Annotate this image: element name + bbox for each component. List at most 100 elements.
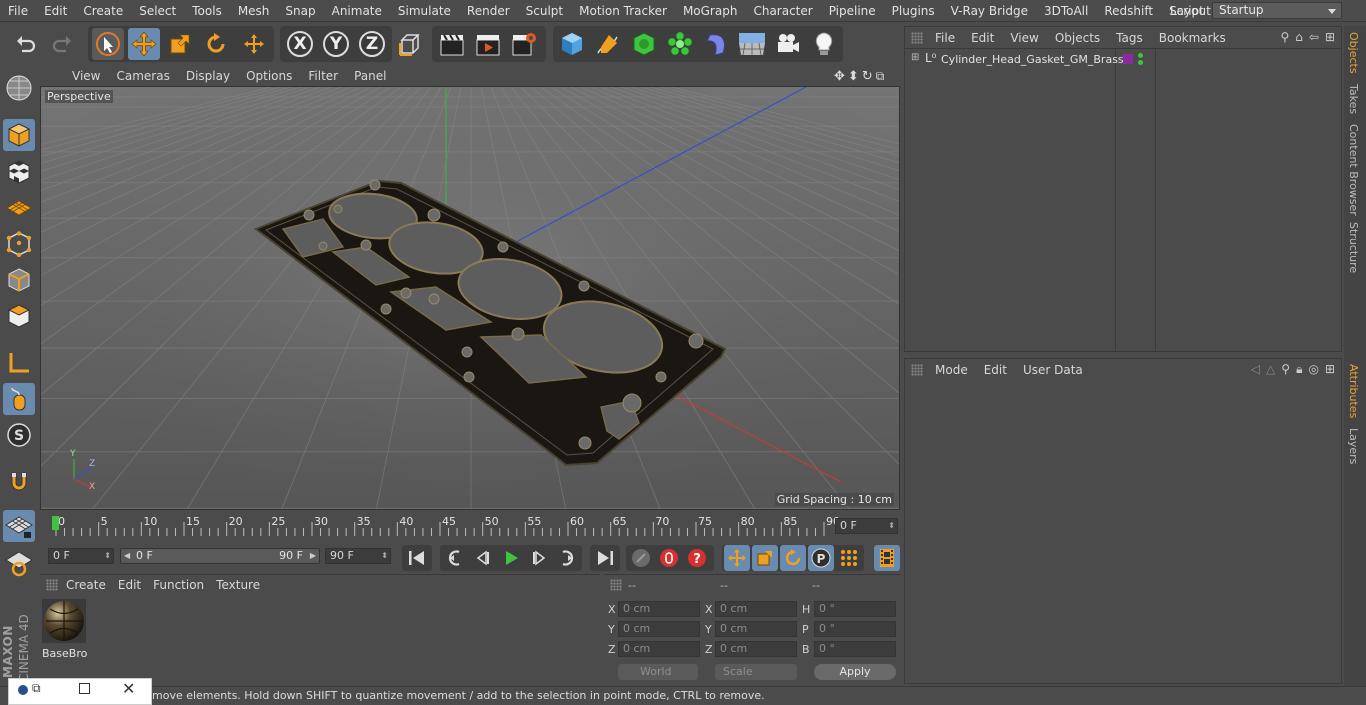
preview-range-slider[interactable]: ◀ 0 F 90 F ▶ xyxy=(120,548,320,564)
play-button[interactable] xyxy=(498,545,524,571)
size-y-field[interactable]: 0 cm xyxy=(715,621,797,637)
layer-color-tag[interactable] xyxy=(1123,54,1133,64)
rot-h-field[interactable]: 0 ° xyxy=(814,601,896,617)
start-frame-field[interactable]: 0 F xyxy=(48,548,114,564)
record-active-objects-button[interactable] xyxy=(656,545,682,571)
menu-motion-tracker[interactable]: Motion Tracker xyxy=(571,4,675,18)
object-row[interactable]: ⊞ L⁰ Cylinder_Head_Gasket_GM_Brass xyxy=(907,51,1341,69)
axis-mode-button[interactable] xyxy=(3,347,35,379)
tab-objects[interactable]: Objects xyxy=(1347,32,1360,74)
apply-button[interactable]: Apply xyxy=(814,664,896,680)
edges-mode-button[interactable] xyxy=(3,264,35,296)
menu-redshift[interactable]: Redshift xyxy=(1096,4,1161,18)
material-menu-grip[interactable] xyxy=(46,579,58,591)
material-menu-edit[interactable]: Edit xyxy=(112,578,147,592)
go-to-start-button[interactable] xyxy=(404,545,430,571)
pos-y-field[interactable]: 0 cm xyxy=(618,621,700,637)
menu-simulate[interactable]: Simulate xyxy=(390,4,459,18)
objects-menu-grip[interactable] xyxy=(911,32,923,44)
lock-icon[interactable]: 🔒︎ xyxy=(1296,362,1302,377)
object-name[interactable]: Cylinder_Head_Gasket_GM_Brass xyxy=(941,53,1124,66)
next-frame-button[interactable] xyxy=(526,545,552,571)
key-position-button[interactable] xyxy=(724,545,750,571)
previous-key-button[interactable] xyxy=(442,545,468,571)
menu-edit[interactable]: Edit xyxy=(36,4,75,18)
deformer-button[interactable] xyxy=(700,28,732,60)
viewport-menu-filter[interactable]: Filter xyxy=(300,69,346,83)
perspective-viewport[interactable]: Y Z X Perspective Grid Spacing : 10 cm xyxy=(40,86,900,510)
menu-character[interactable]: Character xyxy=(745,4,820,18)
end-frame-field[interactable]: 90 F xyxy=(325,548,391,564)
attr-new-window-icon[interactable]: ⊞ xyxy=(1325,362,1335,377)
target-icon[interactable]: ◎ xyxy=(1308,362,1318,377)
key-parameter-button[interactable]: P xyxy=(808,545,834,571)
viewport-menu-view[interactable]: View xyxy=(64,69,108,83)
material-menu-texture[interactable]: Texture xyxy=(210,578,266,592)
restore-icon[interactable]: ⧉ xyxy=(32,681,41,696)
menu-select[interactable]: Select xyxy=(131,4,184,18)
camera-button[interactable] xyxy=(772,28,804,60)
range-right-arrow-icon[interactable]: ▶ xyxy=(310,549,316,563)
tweak-mode-button[interactable] xyxy=(3,383,35,415)
viewport-menu-display[interactable]: Display xyxy=(178,69,238,83)
menu-sculpt[interactable]: Sculpt xyxy=(518,4,571,18)
rot-p-field[interactable]: 0 ° xyxy=(814,621,896,637)
workplane-mode-button[interactable] xyxy=(3,192,35,224)
editor-visibility-dot[interactable] xyxy=(1138,53,1143,58)
tab-layers[interactable]: Layers xyxy=(1347,428,1360,464)
range-left-arrow-icon[interactable]: ◀ xyxy=(124,549,130,563)
coord-menu-grip[interactable] xyxy=(610,579,622,591)
nav-back-arrow-icon[interactable]: ◁ xyxy=(1251,362,1260,377)
tab-content-browser[interactable]: Content Browser xyxy=(1347,124,1360,216)
menu-plugins[interactable]: Plugins xyxy=(884,4,943,18)
new-window-icon[interactable]: ⊞ xyxy=(1325,30,1335,44)
expand-icon[interactable]: ⊞ xyxy=(911,52,919,63)
polygons-mode-button[interactable] xyxy=(3,300,35,332)
render-visibility-dot[interactable] xyxy=(1138,60,1143,65)
workplane-lock-button[interactable] xyxy=(3,510,35,542)
objects-menu-bookmarks[interactable]: Bookmarks xyxy=(1151,31,1234,45)
y-axis-lock-button[interactable]: Y xyxy=(320,28,352,60)
cube-button[interactable] xyxy=(556,28,588,60)
motion-record-button[interactable] xyxy=(628,545,654,571)
coordinate-system-button[interactable] xyxy=(394,28,426,60)
move-tool-button[interactable] xyxy=(128,28,160,60)
objects-menu-tags[interactable]: Tags xyxy=(1108,31,1151,45)
environment-floor-button[interactable] xyxy=(736,28,768,60)
objects-menu-view[interactable]: View xyxy=(1002,31,1046,45)
pos-x-field[interactable]: 0 cm xyxy=(618,601,700,617)
menu-animate[interactable]: Animate xyxy=(324,4,390,18)
previous-frame-button[interactable] xyxy=(470,545,496,571)
attributes-menu-user-data[interactable]: User Data xyxy=(1015,363,1091,377)
layout-select[interactable]: Startup xyxy=(1212,2,1342,19)
menu-render[interactable]: Render xyxy=(459,4,518,18)
tab-takes[interactable]: Takes xyxy=(1347,84,1360,114)
key-point-level-button[interactable] xyxy=(836,545,862,571)
key-rotation-button[interactable] xyxy=(780,545,806,571)
subdivision-button[interactable] xyxy=(628,28,660,60)
material-swatch[interactable]: BaseBro xyxy=(42,599,87,660)
live-selection-button[interactable] xyxy=(92,28,124,60)
objects-menu-objects[interactable]: Objects xyxy=(1047,31,1108,45)
coordinate-mode-dropdown[interactable]: World xyxy=(618,664,698,680)
undo-button[interactable] xyxy=(10,28,42,60)
snap-button[interactable] xyxy=(3,466,35,498)
material-menu-function[interactable]: Function xyxy=(147,578,210,592)
maximize-icon[interactable] xyxy=(79,683,90,694)
redo-button[interactable] xyxy=(46,28,78,60)
scale-tool-button[interactable] xyxy=(164,28,196,60)
current-frame-field[interactable]: 0 F xyxy=(835,518,898,534)
pen-spline-button[interactable] xyxy=(592,28,624,60)
nav-up-arrow-icon[interactable]: △ xyxy=(1266,362,1275,377)
menu-pipeline[interactable]: Pipeline xyxy=(821,4,884,18)
objects-menu-file[interactable]: File xyxy=(927,31,963,45)
attributes-menu-mode[interactable]: Mode xyxy=(927,363,976,377)
coordinate-scale-dropdown[interactable]: Scale xyxy=(715,664,797,680)
autokeying-button[interactable]: ? xyxy=(684,545,710,571)
orbit-icon[interactable]: ↻ xyxy=(862,69,873,84)
timeline-ruler[interactable]: 0 5 10 15 20 25 30 35 40 45 50 55 60 65 70 75 80 85 90 0 F xyxy=(40,512,900,540)
viewport-menu-options[interactable]: Options xyxy=(238,69,300,83)
pan-arrows-icon[interactable]: ✥ xyxy=(834,69,845,84)
rot-b-field[interactable]: 0 ° xyxy=(814,641,896,657)
size-x-field[interactable]: 0 cm xyxy=(715,601,797,617)
